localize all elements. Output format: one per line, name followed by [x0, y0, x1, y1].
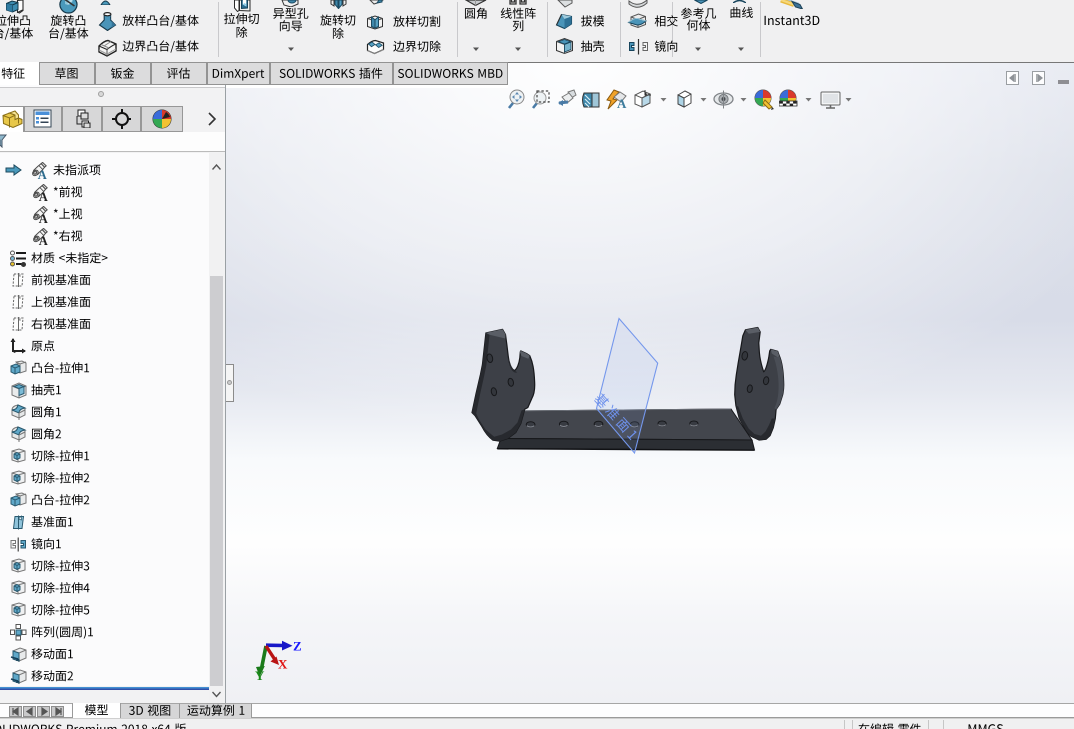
svg-text:Y: Y	[255, 668, 265, 683]
svg-text:Z: Z	[293, 639, 302, 654]
svg-text:A: A	[617, 96, 627, 110]
svg-text:A: A	[39, 211, 48, 222]
svg-text:X: X	[278, 657, 288, 672]
svg-text:A: A	[38, 167, 47, 178]
svg-text:A: A	[39, 233, 48, 244]
svg-text:A: A	[39, 189, 48, 200]
